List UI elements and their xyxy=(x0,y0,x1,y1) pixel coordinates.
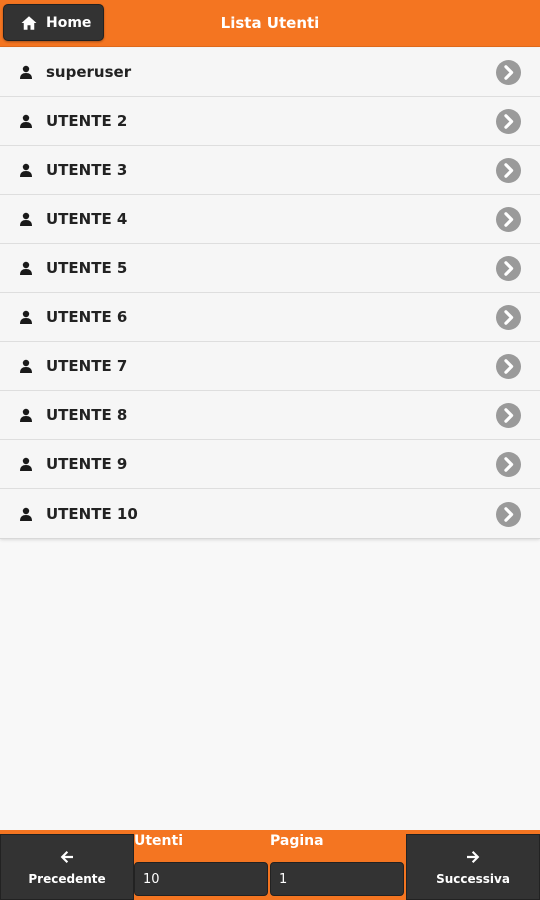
page-number-input[interactable] xyxy=(270,862,404,896)
user-icon xyxy=(20,457,32,471)
arrow-right-icon xyxy=(467,851,480,863)
page-title: Lista Utenti xyxy=(220,14,320,32)
user-icon xyxy=(20,65,32,79)
list-item-label: UTENTE 9 xyxy=(46,455,128,473)
user-icon xyxy=(20,261,32,275)
list-item[interactable]: UTENTE 10 xyxy=(0,489,540,538)
list-item[interactable]: UTENTE 3 xyxy=(0,146,540,195)
list-item-label: UTENTE 2 xyxy=(46,112,128,130)
user-icon xyxy=(20,359,32,373)
chevron-right-circle-icon[interactable] xyxy=(496,305,521,330)
chevron-right-circle-icon[interactable] xyxy=(496,403,521,428)
list-item[interactable]: UTENTE 8 xyxy=(0,391,540,440)
chevron-right-circle-icon[interactable] xyxy=(496,256,521,281)
user-icon xyxy=(20,408,32,422)
list-item[interactable]: UTENTE 2 xyxy=(0,97,540,146)
users-per-page-label: Utenti xyxy=(134,833,184,849)
page-number-label: Pagina xyxy=(270,833,324,849)
next-button-label: Successiva xyxy=(436,872,510,886)
previous-button[interactable]: Precedente xyxy=(0,834,134,900)
previous-button-label: Precedente xyxy=(28,872,106,886)
list-item[interactable]: UTENTE 6 xyxy=(0,293,540,342)
user-icon xyxy=(20,212,32,226)
chevron-right-circle-icon[interactable] xyxy=(496,207,521,232)
list-item-label: UTENTE 7 xyxy=(46,357,128,375)
list-item-label: UTENTE 10 xyxy=(46,504,138,523)
list-item-label: superuser xyxy=(46,63,132,81)
chevron-right-circle-icon[interactable] xyxy=(496,60,521,85)
next-button[interactable]: Successiva xyxy=(406,834,540,900)
list-item-label: UTENTE 3 xyxy=(46,161,128,179)
list-item[interactable]: UTENTE 7 xyxy=(0,342,540,391)
list-item[interactable]: UTENTE 4 xyxy=(0,195,540,244)
user-icon xyxy=(20,114,32,128)
header-bar: Home Lista Utenti xyxy=(0,0,540,47)
list-item-label: UTENTE 8 xyxy=(46,406,128,424)
list-item[interactable]: UTENTE 5 xyxy=(0,244,540,293)
chevron-right-circle-icon[interactable] xyxy=(496,158,521,183)
footer-bar: Precedente Utenti Pagina Successiva xyxy=(0,830,540,900)
list-item-label: UTENTE 4 xyxy=(46,210,128,228)
list-item[interactable]: UTENTE 9 xyxy=(0,440,540,489)
chevron-right-circle-icon[interactable] xyxy=(496,109,521,134)
user-icon xyxy=(20,163,32,177)
chevron-right-circle-icon[interactable] xyxy=(496,501,521,527)
list-item-label: UTENTE 5 xyxy=(46,259,128,277)
list-item-label: UTENTE 6 xyxy=(46,308,128,326)
user-list: superuser UTENTE 2 UTENTE 3 UTENTE 4 UTE… xyxy=(0,48,540,539)
chevron-right-circle-icon[interactable] xyxy=(496,354,521,379)
users-per-page-input[interactable] xyxy=(134,862,268,896)
user-icon xyxy=(20,507,32,521)
list-item[interactable]: superuser xyxy=(0,48,540,97)
user-icon xyxy=(20,310,32,324)
arrow-left-icon xyxy=(60,851,73,863)
chevron-right-circle-icon[interactable] xyxy=(496,452,521,477)
